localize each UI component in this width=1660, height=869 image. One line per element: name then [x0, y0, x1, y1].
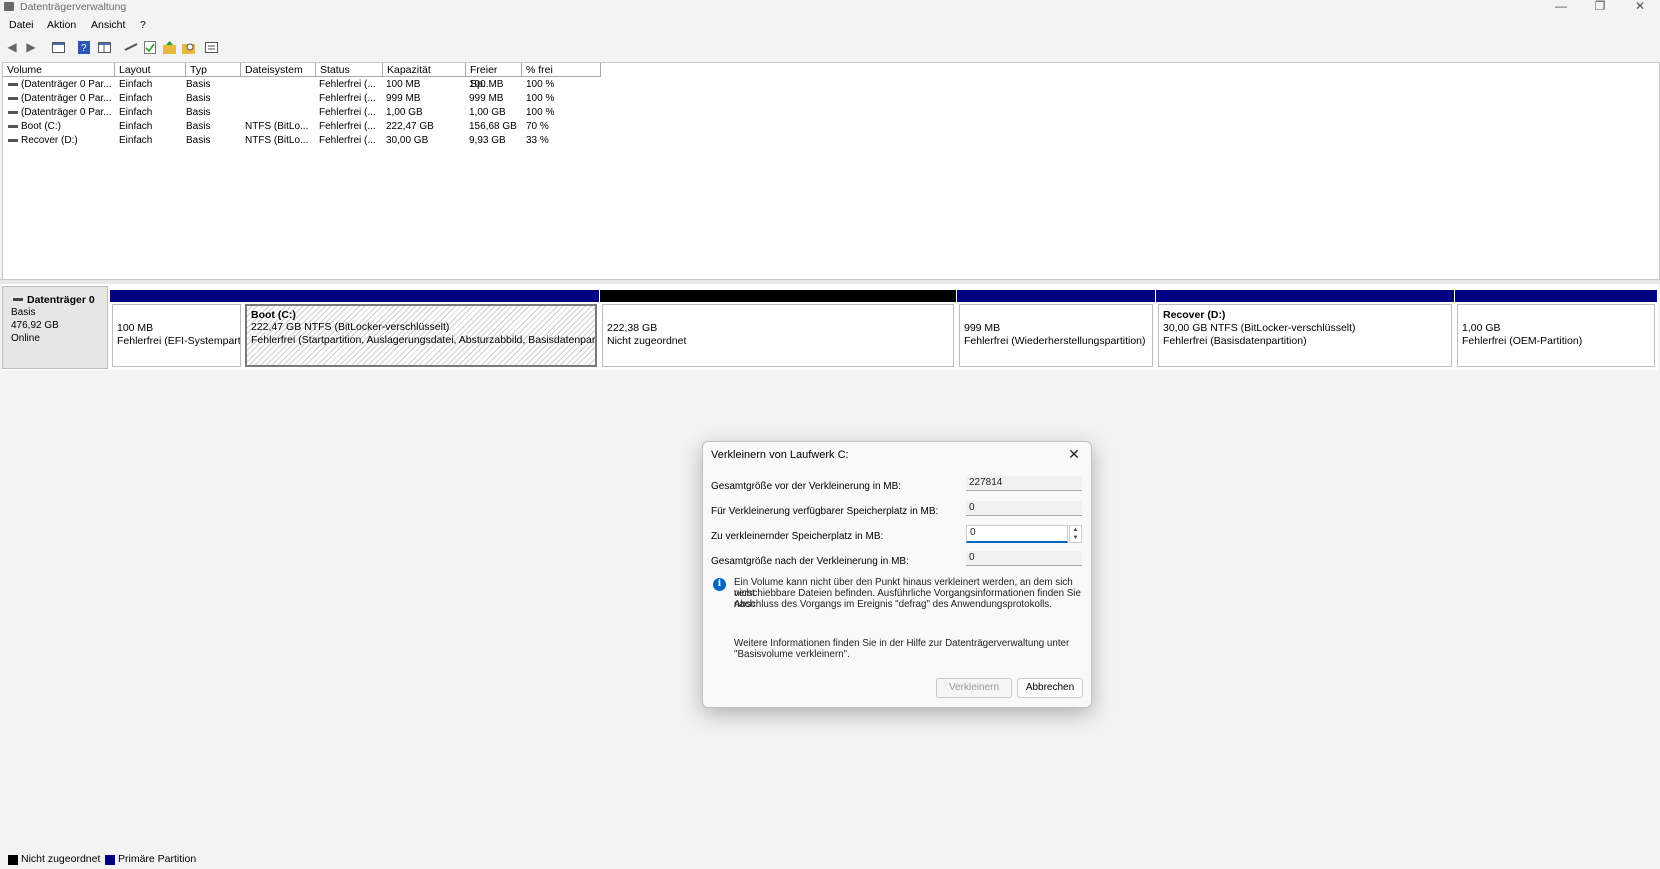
partition-bar	[957, 290, 1155, 302]
partition-boot-c[interactable]: Boot (C:) 222,47 GB NTFS (BitLocker-vers…	[243, 290, 599, 367]
disk-info[interactable]: Datenträger 0 Basis 476,92 GB Online	[2, 286, 108, 369]
column-header-prozent-frei[interactable]: % frei	[522, 63, 601, 77]
disk-type: Basis	[11, 307, 36, 318]
window-title: Datenträgerverwaltung	[20, 1, 127, 13]
menu-bar: Datei Aktion Ansicht ?	[0, 18, 1660, 34]
spin-down-icon[interactable]: ▼	[1070, 534, 1081, 542]
partition-oem[interactable]: 1,00 GB Fehlerfrei (OEM-Partition)	[1455, 290, 1657, 367]
cancel-button[interactable]: Abbrechen	[1017, 678, 1083, 698]
properties-icon[interactable]	[97, 40, 111, 54]
dialog-close-icon[interactable]: ✕	[1063, 443, 1085, 465]
shrink-amount-spinner[interactable]: ▲ ▼	[1069, 525, 1082, 543]
close-window-button[interactable]: ✕	[1620, 0, 1660, 14]
total-after-field: 0	[966, 551, 1082, 566]
legend-unallocated: Nicht zugeordnet	[21, 853, 101, 865]
menu-ansicht[interactable]: Ansicht	[91, 19, 125, 31]
forward-icon[interactable]: ▶	[24, 40, 38, 54]
partition-unallocated[interactable]: 222,38 GB Nicht zugeordnet	[600, 290, 956, 367]
title-bar: Datenträgerverwaltung — ❐ ✕	[0, 0, 1660, 15]
partition-box: 1,00 GB Fehlerfrei (OEM-Partition)	[1457, 304, 1655, 367]
partition-bar	[1455, 290, 1657, 302]
disk-name: Datenträger 0	[27, 294, 95, 306]
spin-up-icon[interactable]: ▲	[1070, 526, 1081, 534]
volume-icon	[8, 111, 18, 114]
label-total-after: Gesamtgröße nach der Verkleinerung in MB…	[711, 556, 909, 567]
partition-box: Recover (D:) 30,00 GB NTFS (BitLocker-ve…	[1158, 304, 1452, 367]
table-row[interactable]: (Datenträger 0 Par... Einfach Basis Fehl…	[3, 78, 603, 92]
minimize-button[interactable]: —	[1541, 0, 1581, 14]
menu-help[interactable]: ?	[140, 19, 146, 31]
menu-aktion[interactable]: Aktion	[47, 19, 76, 31]
label-shrink-amount: Zu verkleinernder Speicherplatz in MB:	[711, 531, 884, 542]
legend-bar: Nicht zugeordnet Primäre Partition	[0, 850, 1660, 869]
info-icon: i	[713, 578, 726, 591]
partition-bar	[1156, 290, 1454, 302]
legend-swatch-unallocated	[8, 855, 18, 865]
column-header-volume[interactable]: Volume	[3, 63, 115, 77]
legend-primary: Primäre Partition	[118, 853, 197, 865]
label-available: Für Verkleinerung verfügbarer Speicherpl…	[711, 506, 939, 517]
volume-icon	[8, 139, 18, 142]
column-header-status[interactable]: Status	[316, 63, 383, 77]
volume-icon	[8, 97, 18, 100]
maximize-button[interactable]: ❐	[1580, 0, 1620, 14]
folder-up-icon[interactable]	[162, 40, 176, 54]
folder-search-icon[interactable]	[181, 40, 195, 54]
total-before-field: 227814	[966, 476, 1082, 491]
console-tree-icon[interactable]	[51, 40, 65, 54]
table-row[interactable]: Recover (D:) Einfach Basis NTFS (BitLo..…	[3, 134, 603, 148]
column-header-freier-speicher[interactable]: Freier Sp...	[466, 63, 522, 90]
partition-recover-d[interactable]: Recover (D:) 30,00 GB NTFS (BitLocker-ve…	[1156, 290, 1454, 367]
partition-box: 100 MB Fehlerfrei (EFI-Systemparti	[112, 304, 241, 367]
help-icon[interactable]: ?	[77, 40, 91, 54]
app-icon	[4, 2, 14, 11]
disk-icon	[13, 298, 23, 301]
volume-list: Volume Layout Typ Dateisystem Status Kap…	[2, 62, 1660, 280]
disk-size: 476,92 GB	[11, 320, 59, 331]
volume-icon	[8, 83, 18, 86]
help-line-1: Weitere Informationen finden Sie in der …	[734, 638, 1070, 649]
legend-swatch-primary	[105, 855, 115, 865]
dialog-title: Verkleinern von Laufwerk C:	[711, 449, 849, 461]
shrink-button[interactable]: Verkleinern	[936, 678, 1012, 698]
svg-text:?: ?	[81, 43, 87, 54]
table-row[interactable]: (Datenträger 0 Par... Einfach Basis Fehl…	[3, 106, 603, 120]
column-header-typ[interactable]: Typ	[186, 63, 241, 77]
shrink-dialog: Verkleinern von Laufwerk C: ✕ Gesamtgröß…	[702, 441, 1092, 708]
disk-state: Online	[11, 333, 40, 344]
partition-recovery[interactable]: 999 MB Fehlerfrei (Wiederherstellungspar…	[957, 290, 1155, 367]
column-header-dateisystem[interactable]: Dateisystem	[241, 63, 316, 77]
connect-icon[interactable]	[124, 40, 138, 54]
available-space-field: 0	[966, 501, 1082, 516]
partition-bar	[110, 290, 243, 302]
check-icon[interactable]	[143, 40, 157, 54]
partition-box: 222,38 GB Nicht zugeordnet	[602, 304, 954, 367]
menu-datei[interactable]: Datei	[9, 19, 34, 31]
info-line-3: Abschluss des Vorgangs im Ereignis "defr…	[734, 599, 1052, 610]
label-total-before: Gesamtgröße vor der Verkleinerung in MB:	[711, 481, 902, 492]
table-row[interactable]: Boot (C:) Einfach Basis NTFS (BitLo... F…	[3, 120, 603, 134]
column-header-kapazitaet[interactable]: Kapazität	[383, 63, 466, 77]
view-icon[interactable]	[204, 40, 218, 54]
volume-icon	[8, 125, 18, 128]
help-line-2: "Basisvolume verkleinern".	[734, 649, 850, 660]
partition-box: 999 MB Fehlerfrei (Wiederherstellungspar…	[959, 304, 1153, 367]
partition-bar	[600, 290, 956, 302]
partition-efi[interactable]: 100 MB Fehlerfrei (EFI-Systemparti	[110, 290, 243, 367]
back-icon[interactable]: ◀	[5, 40, 19, 54]
partition-box-selected: Boot (C:) 222,47 GB NTFS (BitLocker-vers…	[245, 304, 597, 367]
table-row[interactable]: (Datenträger 0 Par... Einfach Basis Fehl…	[3, 92, 603, 106]
partition-bar	[243, 290, 599, 302]
column-header-layout[interactable]: Layout	[115, 63, 186, 77]
shrink-amount-input[interactable]: 0	[966, 525, 1068, 543]
toolbar: ◀ ▶ ?	[0, 37, 1660, 57]
